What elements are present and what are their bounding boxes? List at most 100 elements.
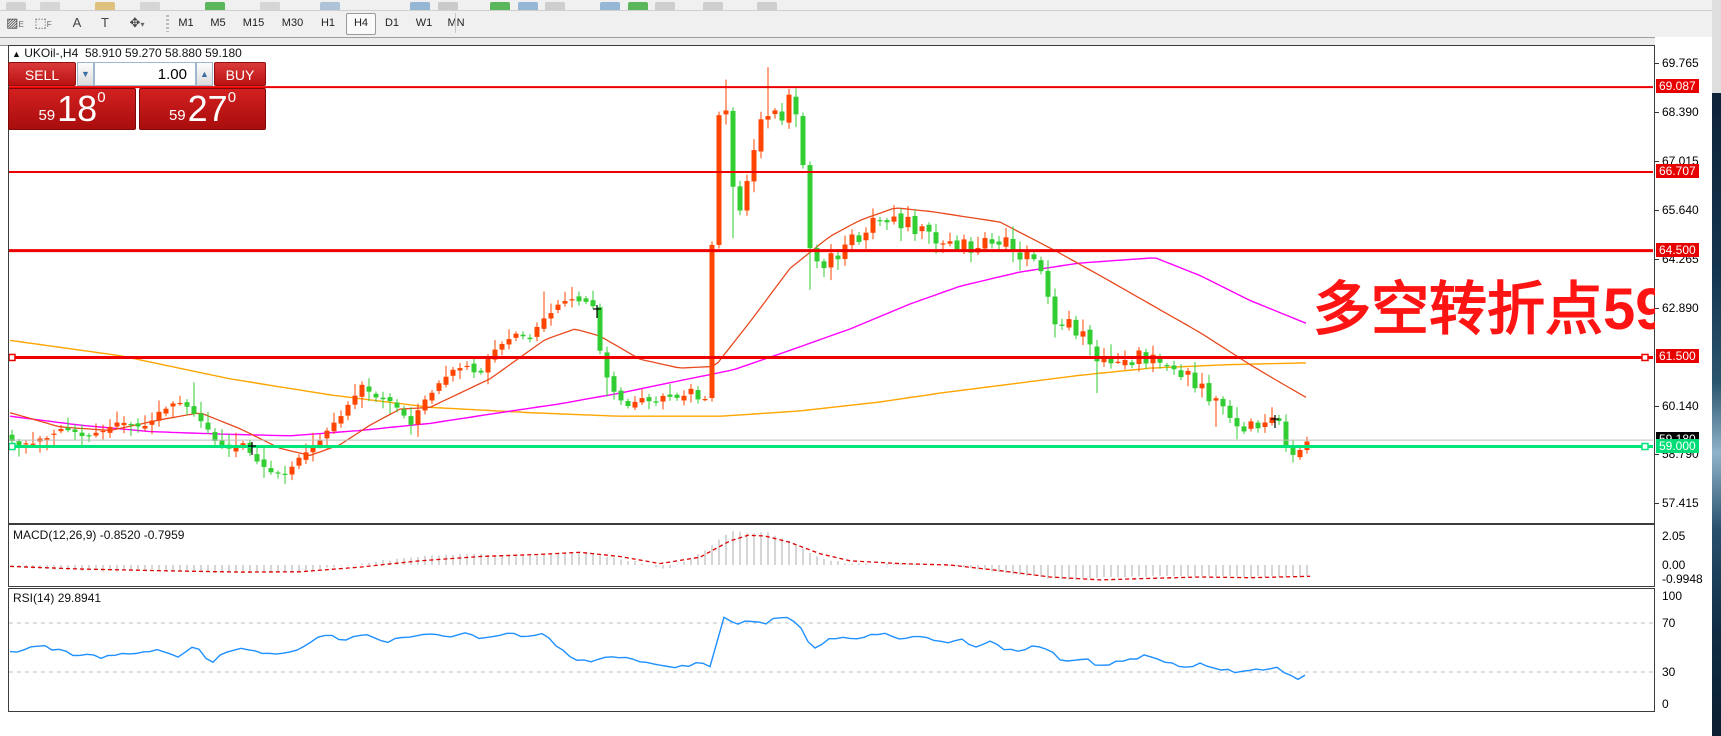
candle-body: [717, 115, 722, 245]
timeframe-button-d1[interactable]: D1: [378, 13, 406, 33]
timeframe-button-m5[interactable]: M5: [204, 13, 232, 33]
candle-body: [402, 409, 407, 415]
timeframe-button-h4[interactable]: H4: [346, 13, 376, 35]
buy-price-panel[interactable]: 59 27 0: [139, 88, 266, 130]
candle-body: [192, 406, 197, 414]
sell-button[interactable]: SELL: [8, 62, 76, 86]
text-box-tool-icon[interactable]: T: [94, 13, 116, 33]
candle-body: [416, 410, 421, 424]
price-tick-mark: [1655, 454, 1659, 455]
candle-body: [185, 402, 190, 407]
timeframe-button-h1[interactable]: H1: [314, 13, 342, 33]
candle-body: [598, 307, 603, 351]
rsi-axis-label: 30: [1662, 665, 1675, 679]
candle-body: [1284, 422, 1289, 447]
hline-handle[interactable]: [1642, 444, 1648, 450]
candle-body: [1221, 399, 1226, 406]
candle-body: [94, 433, 99, 436]
timeframe-button-m30[interactable]: M30: [275, 13, 310, 33]
clipped-toolbar-icon[interactable]: [490, 2, 510, 10]
timeframe-button-w1[interactable]: W1: [410, 13, 438, 33]
arrange-arrows-tool-icon[interactable]: ✥▾: [126, 13, 148, 33]
hline-handle[interactable]: [9, 444, 15, 450]
candle-body: [577, 296, 582, 301]
candle-body: [1116, 362, 1121, 363]
volume-input[interactable]: [94, 62, 196, 86]
volume-decrease-button[interactable]: ▼: [77, 62, 94, 86]
hline-handle[interactable]: [1642, 354, 1648, 360]
sell-price-panel[interactable]: 59 18 0: [8, 88, 136, 130]
candle-body: [521, 335, 526, 337]
macd-title: MACD(12,26,9) -0.8520 -0.7959: [13, 528, 184, 542]
grid-properties-tool-icon[interactable]: ⬚F: [32, 13, 54, 33]
toolbar-grip[interactable]: [166, 15, 169, 32]
collapse-arrow-icon[interactable]: ▲: [12, 49, 21, 59]
clipped-toolbar-icon[interactable]: [600, 2, 620, 10]
candle-body: [178, 403, 183, 404]
candle-body: [465, 366, 470, 367]
candle-body: [591, 300, 596, 306]
candle-body: [101, 431, 106, 432]
candle-body: [409, 416, 414, 425]
clipped-toolbar-icon[interactable]: [140, 2, 160, 10]
toolbar-separator: [455, 13, 456, 33]
macd-canvas[interactable]: [9, 525, 1653, 584]
clipped-toolbar-icon[interactable]: [628, 2, 648, 10]
timeframe-button-mn[interactable]: MN: [442, 13, 470, 33]
clipped-toolbar-icon[interactable]: [6, 2, 26, 10]
candle-body: [633, 402, 638, 408]
clipped-toolbar-icon[interactable]: [205, 2, 225, 10]
timeframe-button-m15[interactable]: M15: [236, 13, 271, 33]
buy-button[interactable]: BUY: [214, 62, 266, 86]
price-tick-label: 57.415: [1662, 496, 1699, 510]
rsi-line: [10, 617, 1305, 679]
clipped-toolbar-icon[interactable]: [95, 2, 115, 10]
candle-body: [24, 443, 29, 444]
candle-body: [535, 327, 540, 337]
clipped-toolbar-icon[interactable]: [438, 2, 458, 10]
style-pencil-tool-icon[interactable]: ▨E: [4, 13, 26, 33]
clipped-toolbar-icon[interactable]: [320, 2, 340, 10]
volume-increase-button[interactable]: ▲: [196, 62, 213, 86]
candle-body: [745, 181, 750, 210]
price-axis[interactable]: 69.76568.39067.01565.64064.26562.89060.1…: [1655, 37, 1712, 712]
price-tick-mark: [1655, 308, 1659, 309]
clipped-toolbar-icon[interactable]: [703, 2, 723, 10]
sell-price-prefix: 59: [38, 106, 55, 126]
timeframe-button-m1[interactable]: M1: [172, 13, 200, 33]
candle-body: [1228, 406, 1233, 418]
price-badge-61.500: 61.500: [1656, 349, 1699, 363]
candle-body: [164, 409, 169, 414]
rsi-canvas[interactable]: [9, 589, 1653, 709]
candle-body: [374, 394, 379, 398]
clipped-toolbar-icon[interactable]: [518, 2, 538, 10]
macd-signal-line: [10, 535, 1310, 580]
macd-axis-label: -0.9948: [1662, 572, 1703, 586]
candle-body: [1200, 384, 1205, 389]
hline-handle[interactable]: [9, 354, 15, 360]
candle-body: [829, 253, 834, 267]
clipped-toolbar-icon[interactable]: [260, 2, 280, 10]
candle-body: [689, 389, 694, 394]
chart-annotation-text[interactable]: 多空转折点59: [1313, 262, 1668, 346]
candle-body: [262, 459, 267, 467]
candle-body: [157, 412, 162, 421]
price-tick-label: 62.890: [1662, 301, 1699, 315]
clipped-toolbar-icon[interactable]: [545, 2, 565, 10]
candle-body: [1298, 450, 1303, 457]
clipped-toolbar-icon[interactable]: [757, 2, 777, 10]
clipped-toolbar-icon[interactable]: [40, 2, 60, 10]
chart-toolbar: ▨E ⬚F AT ✥▾ M1M5M15M30H1H4D1W1MN: [0, 11, 1721, 38]
clipped-toolbar-icon[interactable]: [655, 2, 675, 10]
candle-body: [1025, 251, 1030, 259]
price-tick-mark: [1655, 161, 1659, 162]
clipped-toolbar-icon[interactable]: [410, 2, 430, 10]
quote-high: 59.270: [125, 46, 162, 60]
text-label-tool-icon[interactable]: A: [66, 13, 88, 33]
macd-axis-label: 2.05: [1662, 529, 1685, 543]
candle-body: [1165, 365, 1170, 366]
candle-body: [59, 429, 64, 431]
candle-body: [899, 213, 904, 228]
candle-body: [850, 235, 855, 246]
candle-body: [360, 385, 365, 397]
